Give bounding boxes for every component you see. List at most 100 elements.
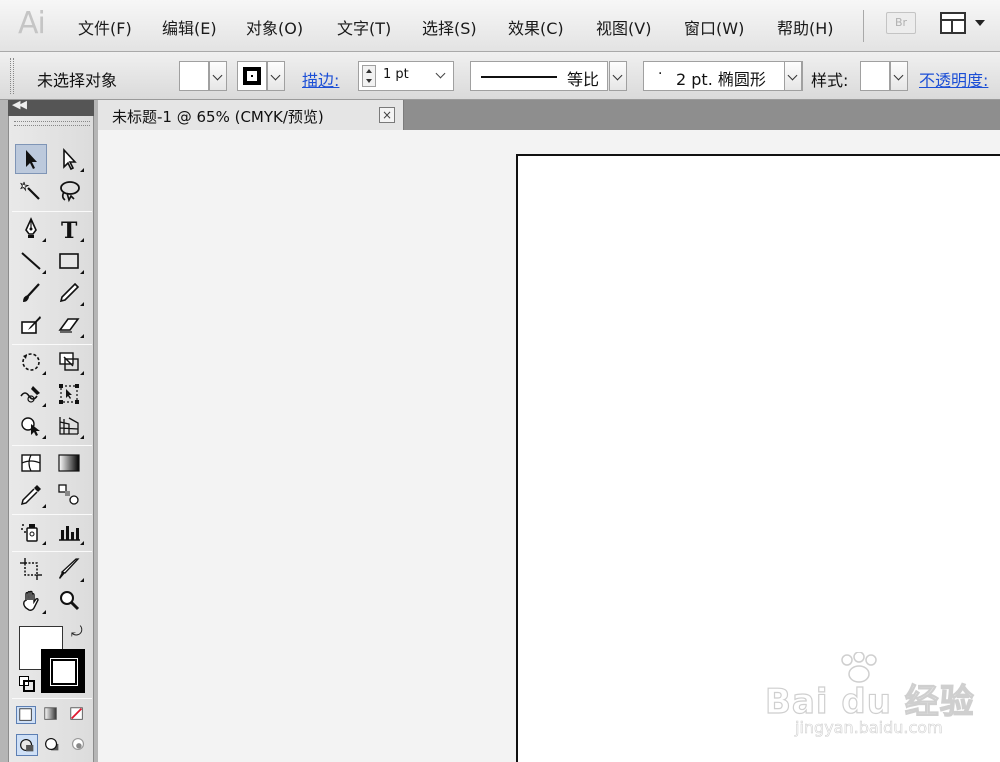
zoom-tool[interactable] <box>53 586 85 616</box>
direct-selection-tool[interactable] <box>53 144 85 174</box>
opacity-panel-link[interactable]: 不透明度: <box>919 67 988 91</box>
free-transform-icon <box>59 384 79 404</box>
stroke-weight-field[interactable]: 1 pt <box>358 61 454 91</box>
menu-object[interactable]: 对象(O) <box>246 15 303 39</box>
draw-normal-button[interactable] <box>16 734 38 756</box>
close-icon[interactable]: × <box>379 107 395 123</box>
artboard-tool[interactable] <box>15 554 47 584</box>
zoom-magnifier-icon <box>60 591 80 611</box>
default-fill-stroke-icon[interactable] <box>19 676 35 692</box>
menu-file[interactable]: 文件(F) <box>78 15 132 39</box>
line-segment-tool[interactable] <box>15 246 47 276</box>
graphic-style-label: 样式: <box>811 71 849 90</box>
symbol-sprayer-icon <box>21 524 38 542</box>
perspective-grid-tool[interactable] <box>53 411 85 441</box>
selection-arrow-icon <box>26 150 37 169</box>
gradient-mode-button[interactable] <box>42 706 62 724</box>
watermark-brand: Bai du 经验 <box>764 681 975 722</box>
scale-tool[interactable] <box>53 347 85 377</box>
stroke-color-box[interactable] <box>41 649 85 693</box>
menu-view[interactable]: 视图(V) <box>596 15 651 39</box>
gradient-icon <box>58 454 80 472</box>
stroke-weight-value[interactable]: 1 pt <box>383 67 409 82</box>
blob-brush-tool[interactable] <box>15 310 47 340</box>
bridge-button[interactable]: Br <box>886 12 916 34</box>
graphic-style-swatch[interactable] <box>860 61 890 91</box>
rotate-tool[interactable] <box>15 347 47 377</box>
menu-window[interactable]: 窗口(W) <box>684 15 744 39</box>
symbol-sprayer-tool[interactable] <box>15 517 47 547</box>
blend-tool[interactable] <box>53 480 85 510</box>
variable-width-profile-select[interactable]: 等比 <box>470 61 608 91</box>
graphic-style-dropdown[interactable] <box>890 61 908 91</box>
rectangle-tool[interactable] <box>53 246 85 276</box>
slice-tool[interactable] <box>53 554 85 584</box>
pencil-icon <box>59 282 80 303</box>
collapse-panel-icon[interactable]: ◀◀ <box>12 98 27 111</box>
magic-wand-tool[interactable] <box>15 176 47 206</box>
tools-panel-header[interactable]: ◀◀ <box>8 98 94 116</box>
eraser-tool[interactable] <box>53 310 85 340</box>
menu-effect[interactable]: 效果(C) <box>508 15 564 39</box>
brush-dropdown[interactable] <box>784 61 802 91</box>
shape-builder-tool[interactable] <box>15 411 47 441</box>
draw-inside-button[interactable] <box>68 734 90 756</box>
stroke-panel-link[interactable]: 描边: <box>302 67 339 91</box>
selection-tool[interactable] <box>15 144 47 174</box>
paintbrush-icon <box>23 283 40 302</box>
selection-status: 未选择对象 <box>37 71 118 90</box>
chevron-down-icon[interactable] <box>435 68 446 79</box>
fill-dropdown[interactable] <box>209 61 227 91</box>
brush-label: 2 pt. 椭圆形 <box>676 70 766 89</box>
draw-behind-button[interactable] <box>42 734 64 756</box>
profile-dropdown[interactable] <box>609 61 627 91</box>
stroke-dropdown[interactable] <box>267 61 285 91</box>
rotate-icon <box>22 353 40 371</box>
lasso-tool[interactable] <box>53 176 85 206</box>
lasso-icon <box>60 181 80 203</box>
none-mode-button[interactable] <box>68 706 88 724</box>
baidu-jingyan-watermark: Bai du 经验 jingyan.baidu.com <box>764 652 995 742</box>
hand-icon <box>23 590 39 611</box>
type-tool[interactable]: T <box>53 214 85 244</box>
paintbrush-tool[interactable] <box>15 278 47 308</box>
rectangle-icon <box>59 253 79 269</box>
workspace-switcher-button[interactable] <box>940 12 986 36</box>
workspace-grid-icon <box>940 12 966 34</box>
free-transform-tool[interactable] <box>53 379 85 409</box>
swap-fill-stroke-icon[interactable]: ⤾ <box>71 624 83 640</box>
document-tab-title[interactable]: 未标题-1 @ 65% (CMYK/预览) <box>112 106 324 127</box>
tools-divider <box>12 514 92 515</box>
draw-behind-icon <box>45 737 59 751</box>
pen-tool[interactable] <box>15 214 47 244</box>
app-logo: Ai <box>18 6 46 41</box>
stroke-color-swatch[interactable] <box>237 61 267 91</box>
blend-icon <box>58 484 79 505</box>
column-graph-tool[interactable] <box>53 517 85 547</box>
type-t-icon: T <box>61 218 78 241</box>
eyedropper-tool[interactable] <box>15 480 47 510</box>
control-bar: 未选择对象 描边: 1 pt 等比 · 2 pt. 椭圆形 样式: 不透明度: <box>0 52 1000 100</box>
control-bar-grip[interactable] <box>10 58 14 94</box>
menu-type[interactable]: 文字(T) <box>337 15 391 39</box>
menu-edit[interactable]: 编辑(E) <box>162 15 217 39</box>
tab-document[interactable]: 未标题-1 @ 65% (CMYK/预览) × <box>98 100 404 130</box>
hand-tool[interactable] <box>15 586 47 616</box>
pencil-tool[interactable] <box>53 278 85 308</box>
tools-divider <box>12 344 92 345</box>
warp-tool[interactable] <box>15 379 47 409</box>
mesh-tool[interactable] <box>15 448 47 478</box>
draw-inside-icon <box>71 737 85 751</box>
brush-definition-select[interactable]: · 2 pt. 椭圆形 <box>643 61 803 91</box>
fill-color-swatch[interactable] <box>179 61 209 91</box>
stroke-weight-stepper[interactable] <box>362 65 376 87</box>
none-color-icon <box>70 707 83 720</box>
solid-color-icon <box>19 708 32 721</box>
tools-panel-grip[interactable] <box>14 121 90 126</box>
menu-help[interactable]: 帮助(H) <box>777 15 834 39</box>
line-segment-icon <box>21 252 41 270</box>
menu-divider <box>863 10 864 42</box>
menu-select[interactable]: 选择(S) <box>422 15 477 39</box>
color-mode-button[interactable] <box>16 706 36 724</box>
gradient-tool[interactable] <box>53 448 85 478</box>
